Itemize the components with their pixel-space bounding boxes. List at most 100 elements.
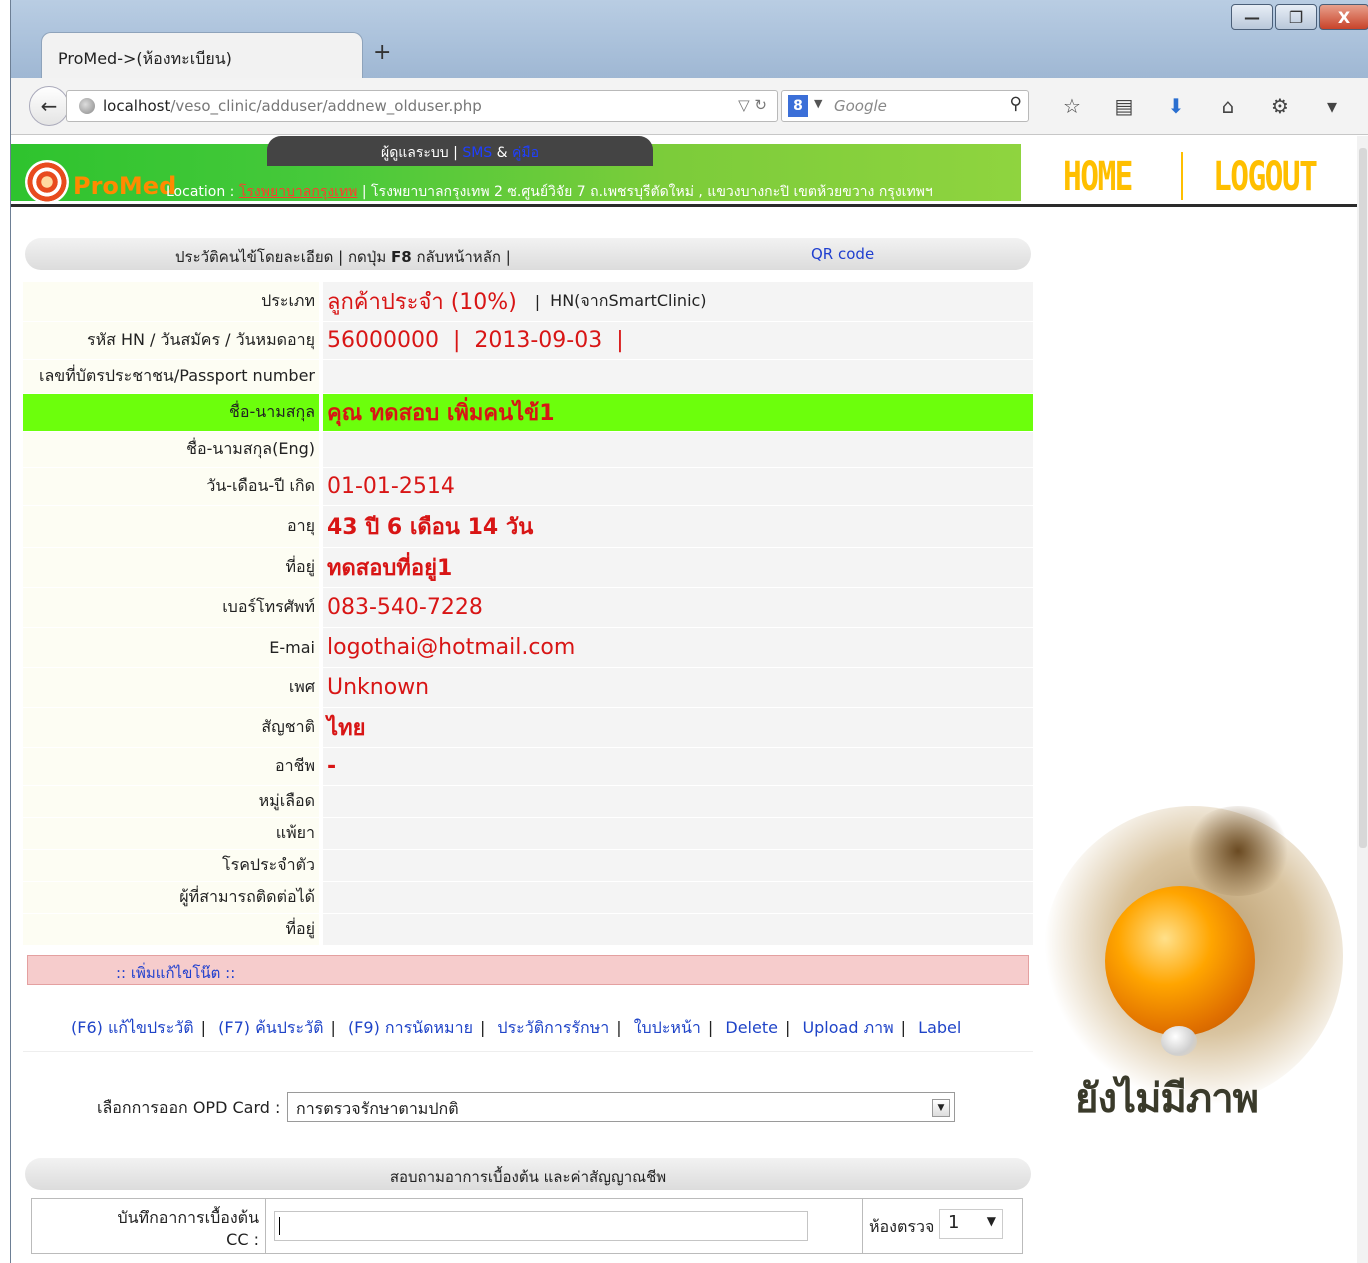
admin-label: ผู้ดูแลระบบ |: [380, 145, 463, 161]
add-note-link[interactable]: :: เพิ่มแก้ไขโน๊ต ::: [27, 955, 1029, 985]
dropdown-icon[interactable]: ▾: [1306, 90, 1358, 122]
row-email: E-mai logothai@hotmail.com: [23, 628, 1033, 668]
upload-photo-link[interactable]: Upload ภาพ: [802, 1018, 893, 1037]
sms-link[interactable]: SMS: [462, 145, 492, 161]
url-path: /veso_clinic/adduser/addnew_olduser.php: [170, 97, 482, 115]
nationality-value: ไทย: [323, 708, 1033, 747]
maximize-button[interactable]: ❐: [1275, 4, 1317, 30]
new-tab-button[interactable]: +: [373, 40, 391, 65]
type-separator: |: [534, 292, 541, 311]
home-link[interactable]: HOME: [1063, 154, 1133, 200]
minimize-button[interactable]: —: [1231, 4, 1273, 30]
window-controls: — ❐ X: [1231, 4, 1368, 30]
cc-input[interactable]: [274, 1211, 808, 1241]
birth-value: 01-01-2514: [323, 468, 1033, 505]
room-value: 1: [948, 1212, 960, 1233]
label-link[interactable]: Label: [918, 1018, 961, 1037]
row-name-eng: ชื่อ-นามสกุล(Eng): [23, 432, 1033, 468]
email-value: logothai@hotmail.com: [323, 628, 1033, 667]
header-nav: HOME LOGOUT: [1021, 144, 1357, 206]
separator: |: [200, 1018, 207, 1037]
blood-label: หมู่เลือด: [23, 786, 323, 817]
home-icon[interactable]: ⌂: [1202, 90, 1254, 122]
photo-branch: [1183, 806, 1293, 896]
water-drop: [1161, 1026, 1197, 1056]
hn-label: รหัส HN / วันสมัคร / วันหมดอายุ: [23, 322, 323, 359]
nationality-label: สัญชาติ: [23, 708, 323, 747]
search-history-link[interactable]: (F7) ค้นประวัติ: [218, 1018, 323, 1037]
location-text: Location : โรงพยาบาลกรุงเทพ | โรงพยาบาลก…: [166, 181, 1021, 203]
google-icon[interactable]: 8: [788, 95, 808, 117]
row-idcard: เลขที่บัตรประชาชน/Passport number: [23, 360, 1033, 394]
history-bar: ประวัติคนไข้โดยละเอียด | กดปุ่ม F8 กลับห…: [25, 238, 1031, 270]
history-key: F8: [390, 248, 412, 266]
cc-label: บันทึกอาการเบื้องต้น CC :: [32, 1199, 266, 1253]
type-label: ประเภท: [23, 282, 323, 321]
header-rule: [11, 204, 1357, 207]
separator: |: [330, 1018, 336, 1037]
title-bar: ProMed->(ห้องทะเบียน) + — ❐ X: [11, 0, 1368, 78]
separator: |: [900, 1018, 907, 1037]
download-icon[interactable]: ⬇: [1150, 90, 1202, 122]
appointment-link[interactable]: (F9) การนัดหมาย: [348, 1018, 473, 1037]
occupation-value: -: [323, 748, 1033, 785]
idcard-label: เลขที่บัตรประชาชน/Passport number: [23, 360, 323, 393]
menu-icon[interactable]: ☰: [1358, 90, 1368, 122]
row-age: อายุ 43 ปี 6 เดือน 14 วัน: [23, 506, 1033, 548]
room-select[interactable]: 1 ▼: [939, 1209, 1003, 1239]
sex-value: Unknown: [323, 668, 1033, 707]
chevron-down-icon[interactable]: ▼: [987, 1214, 996, 1228]
treatment-history-link[interactable]: ประวัติการรักษา: [497, 1018, 609, 1037]
separator: |: [479, 1018, 486, 1037]
patient-detail-table: ประเภท ลูกค้าประจำ (10%) | HN(จากSmartClin…: [23, 282, 1033, 946]
tab-title: ProMed->(ห้องทะเบียน): [58, 49, 232, 68]
row-contact: ผู้ที่สามารถติดต่อได้: [23, 882, 1033, 914]
chevron-down-icon[interactable]: ▼: [932, 1099, 950, 1117]
cc-label-line1: บันทึกอาการเบื้องต้น: [117, 1208, 259, 1227]
page-scrollbar[interactable]: [1357, 136, 1368, 1263]
address-label: ที่อยู่: [23, 548, 323, 587]
scroll-thumb[interactable]: [1359, 148, 1367, 848]
edit-history-link[interactable]: (F6) แก้ไขประวัติ: [71, 1018, 194, 1037]
separator: |: [616, 1018, 622, 1037]
manual-link[interactable]: คู่มือ: [512, 145, 539, 161]
disease-label: โรคประจำตัว: [23, 850, 323, 881]
room-label: ห้องตรวจ: [869, 1217, 935, 1236]
address-value: ทดสอบที่อยู่1: [323, 548, 1033, 587]
reading-list-icon[interactable]: ▤: [1098, 90, 1150, 122]
address-bar[interactable]: localhost/veso_clinic/adduser/addnew_old…: [66, 90, 778, 122]
email-label: E-mai: [23, 628, 323, 667]
nav-divider: [1181, 152, 1183, 200]
disease-value: [323, 850, 1033, 881]
location-name-link[interactable]: โรงพยาบาลกรุงเทพ: [239, 184, 358, 200]
qr-code-link[interactable]: QR code: [811, 245, 874, 263]
delete-link[interactable]: Delete: [725, 1018, 778, 1037]
contact-value: [323, 882, 1033, 913]
cover-sheet-link[interactable]: ใบปะหน้า: [634, 1018, 701, 1037]
row-blood: หมู่เลือด: [23, 786, 1033, 818]
addon-icon[interactable]: ⚙: [1254, 90, 1306, 122]
close-button[interactable]: X: [1319, 4, 1368, 30]
reload-icon[interactable]: ▽ ↻: [738, 96, 767, 114]
browser-tab[interactable]: ProMed->(ห้องทะเบียน): [41, 32, 363, 78]
logout-link[interactable]: LOGOUT: [1213, 154, 1318, 200]
opd-label: เลือกการออก OPD Card :: [97, 1098, 281, 1117]
star-icon[interactable]: ☆: [1046, 90, 1098, 122]
name-value: คุณ ทดสอบ เพิ่มคนไข้1: [323, 394, 1033, 431]
separator: |: [707, 1018, 714, 1037]
cc-label-line2: CC :: [226, 1230, 259, 1249]
opd-card-select[interactable]: การตรวจรักษาตามปกติ ▼: [287, 1092, 955, 1122]
location-label: Location :: [166, 184, 239, 200]
site-header: ProMed Location : โรงพยาบาลกรุงเทพ | โรง…: [11, 136, 1357, 207]
hn-value: 56000000 | 2013-09-03 |: [323, 322, 1033, 359]
row-birth: วัน-เดือน-ปี เกิด 01-01-2514: [23, 468, 1033, 506]
opd-selected: การตรวจรักษาตามปกติ: [296, 1099, 459, 1118]
chevron-down-icon[interactable]: ▼: [814, 97, 822, 110]
back-arrow-icon[interactable]: ←: [29, 86, 69, 126]
row-phone: เบอร์โทรศัพท์ 083-540-7228: [23, 588, 1033, 628]
row-name: ชื่อ-นามสกุล คุณ ทดสอบ เพิ่มคนไข้1: [23, 394, 1033, 432]
age-label: อายุ: [23, 506, 323, 547]
search-icon[interactable]: ⚲: [1010, 94, 1022, 114]
hn-note: HN(จากSmartClinic): [550, 291, 707, 310]
search-input[interactable]: 8 ▼ Google ⚲: [781, 90, 1029, 122]
